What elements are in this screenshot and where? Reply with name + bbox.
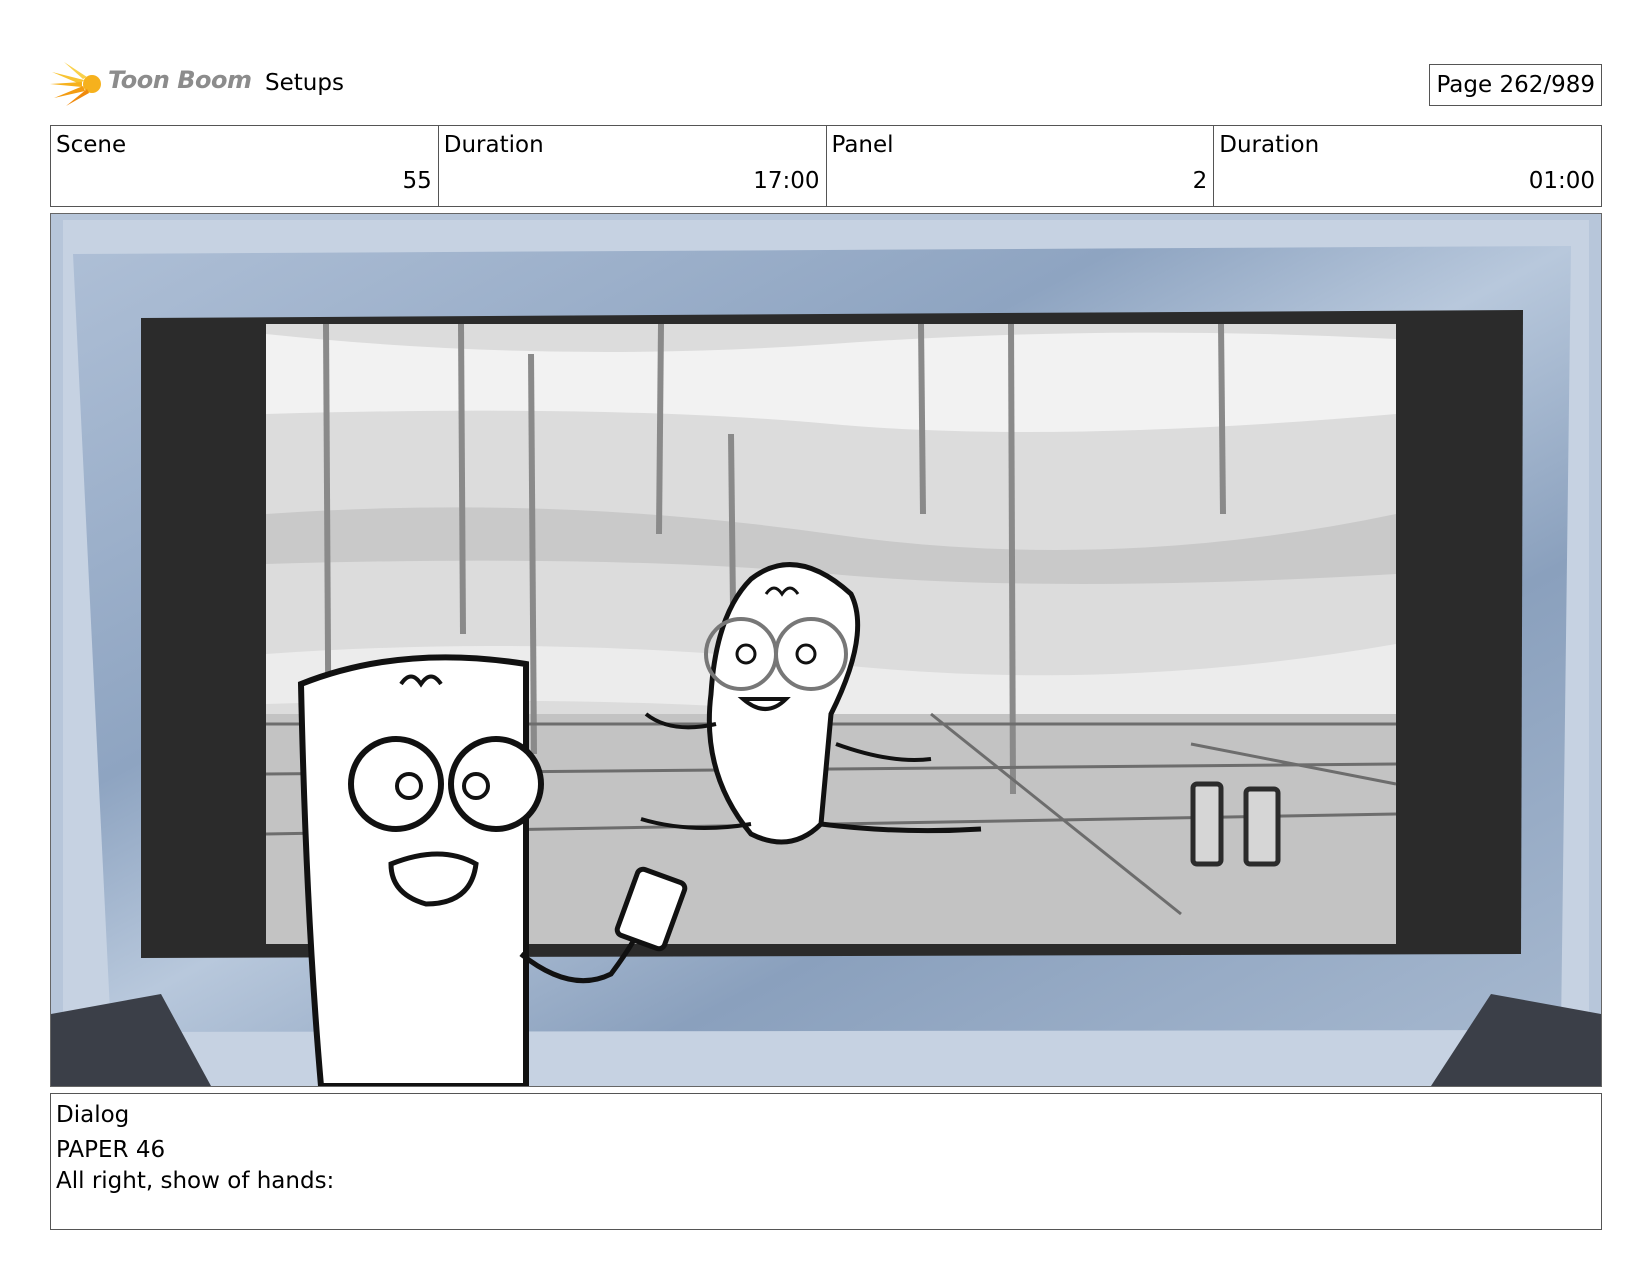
scene-info-table: Scene 55 Duration 17:00 Panel 2 Duration… bbox=[50, 125, 1602, 207]
dialog-label: Dialog bbox=[56, 1102, 130, 1128]
scene-duration-value: 17:00 bbox=[753, 168, 820, 194]
page-indicator: Page 262/989 bbox=[1429, 64, 1602, 106]
page-header: Toon Boom Setups Page 262/989 bbox=[50, 58, 1602, 110]
scene-cell: Scene 55 bbox=[51, 126, 439, 206]
storyboard-panel-image bbox=[50, 213, 1602, 1087]
dialog-section: Dialog PAPER 46 All right, show of hands… bbox=[50, 1093, 1602, 1230]
scene-duration-label: Duration bbox=[443, 132, 544, 158]
logo-text: Toon Boom bbox=[108, 66, 252, 94]
scene-label: Scene bbox=[56, 132, 127, 158]
dialog-line: All right, show of hands: bbox=[56, 1168, 335, 1194]
panel-duration-cell: Duration 01:00 bbox=[1214, 126, 1601, 206]
dialog-speaker: PAPER 46 bbox=[56, 1137, 166, 1163]
panel-cell: Panel 2 bbox=[827, 126, 1215, 206]
sun-burst-icon bbox=[50, 62, 101, 106]
panel-drawing bbox=[51, 214, 1601, 1086]
panel-duration-value: 01:00 bbox=[1528, 168, 1595, 194]
toon-boom-logo: Toon Boom bbox=[50, 58, 252, 110]
scene-value: 55 bbox=[402, 168, 432, 194]
panel-value: 2 bbox=[1192, 168, 1208, 194]
panel-label: Panel bbox=[831, 132, 894, 158]
panel-duration-label: Duration bbox=[1219, 132, 1320, 158]
scene-duration-cell: Duration 17:00 bbox=[439, 126, 827, 206]
document-title: Setups bbox=[265, 70, 344, 96]
